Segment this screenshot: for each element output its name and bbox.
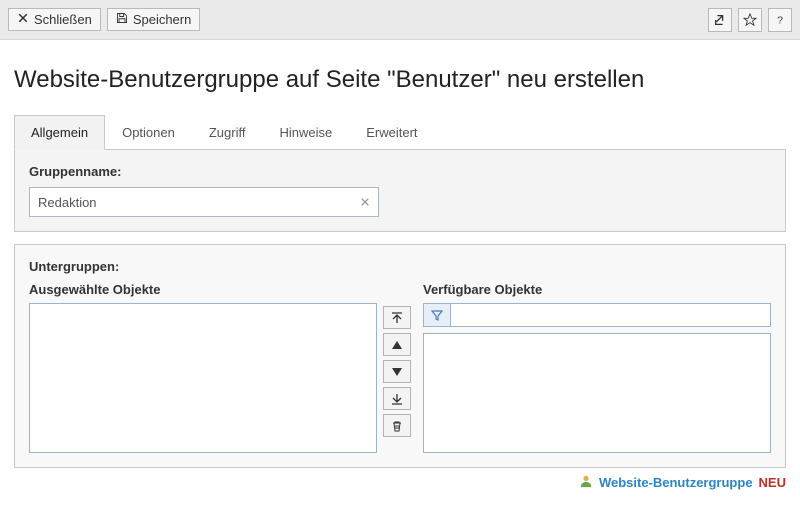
move-top-button[interactable]: [383, 306, 411, 329]
groupname-input[interactable]: [29, 187, 379, 217]
selected-column: Ausgewählte Objekte: [29, 282, 377, 453]
toolbar-left: Schließen Speichern: [8, 8, 200, 31]
footer: Website-Benutzergruppe NEU: [0, 468, 800, 491]
tab-label: Hinweise: [279, 125, 332, 140]
filter-input[interactable]: [451, 303, 771, 327]
tab-optionen[interactable]: Optionen: [105, 115, 192, 150]
tab-label: Zugriff: [209, 125, 246, 140]
tab-allgemein[interactable]: Allgemein: [14, 115, 105, 150]
bookmark-button[interactable]: [738, 8, 762, 32]
content: Website-Benutzergruppe auf Seite "Benutz…: [0, 40, 800, 468]
tabs: Allgemein Optionen Zugriff Hinweise Erwe…: [14, 114, 786, 150]
filter-row: [423, 303, 771, 327]
groupname-input-wrap: [29, 187, 379, 217]
tab-label: Allgemein: [31, 125, 88, 140]
move-up-button[interactable]: [383, 333, 411, 356]
selected-listbox[interactable]: [29, 303, 377, 453]
close-icon: [17, 12, 29, 27]
help-button[interactable]: ?: [768, 8, 792, 32]
toolbar-right: ?: [708, 8, 792, 32]
filter-button[interactable]: [423, 303, 451, 327]
save-label: Speichern: [133, 12, 192, 27]
move-down-button[interactable]: [383, 360, 411, 383]
spacer: [383, 282, 417, 302]
panel-groupname: Gruppenname:: [14, 150, 786, 232]
available-label: Verfügbare Objekte: [423, 282, 771, 297]
save-icon: [116, 12, 128, 27]
tab-label: Erweitert: [366, 125, 417, 140]
close-label: Schließen: [34, 12, 92, 27]
user-icon: [579, 474, 593, 491]
move-bottom-button[interactable]: [383, 387, 411, 410]
tab-label: Optionen: [122, 125, 175, 140]
svg-text:?: ?: [777, 14, 783, 26]
toolbar: Schließen Speichern ?: [0, 0, 800, 40]
tab-zugriff[interactable]: Zugriff: [192, 115, 263, 150]
share-button[interactable]: [708, 8, 732, 32]
subgroups-label: Untergruppen:: [29, 259, 771, 274]
tab-hinweise[interactable]: Hinweise: [262, 115, 349, 150]
panel-subgroups: Untergruppen: Ausgewählte Objekte: [14, 244, 786, 468]
page-title: Website-Benutzergruppe auf Seite "Benutz…: [14, 66, 786, 94]
tab-erweitert[interactable]: Erweitert: [349, 115, 434, 150]
available-listbox[interactable]: [423, 333, 771, 453]
selected-label: Ausgewählte Objekte: [29, 282, 377, 297]
record-type-label: Website-Benutzergruppe: [599, 475, 753, 490]
dual-list: Ausgewählte Objekte: [29, 282, 771, 453]
save-button[interactable]: Speichern: [107, 8, 201, 31]
available-column: Verfügbare Objekte: [423, 282, 771, 453]
delete-button[interactable]: [383, 414, 411, 437]
record-type-link[interactable]: Website-Benutzergruppe: [599, 475, 753, 490]
groupname-label: Gruppenname:: [29, 164, 771, 179]
close-button[interactable]: Schließen: [8, 8, 101, 31]
status-badge: NEU: [759, 475, 786, 490]
reorder-buttons: [383, 282, 417, 453]
clear-input-button[interactable]: [351, 187, 379, 217]
